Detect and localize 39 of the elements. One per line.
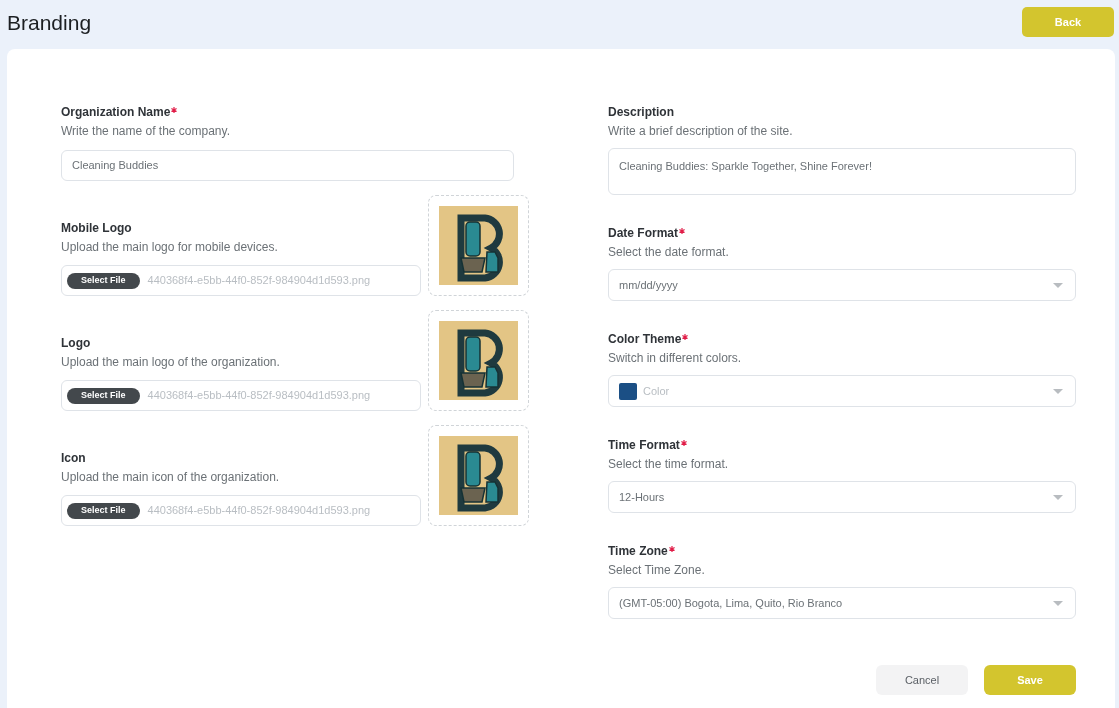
field-label: Description xyxy=(608,104,674,120)
field-label: Icon xyxy=(61,450,86,466)
select-field[interactable]: mm/dd/yyyy xyxy=(608,269,1076,301)
file-name: 440368f4-e5bb-44f0-852f-984904d1d593.png xyxy=(147,388,371,404)
field-hint: Upload the main icon of the organization. xyxy=(61,469,281,485)
field-hint: Switch in different colors. xyxy=(608,350,743,366)
select-file-button[interactable]: Select File xyxy=(67,272,140,289)
file-name: 440368f4-e5bb-44f0-852f-984904d1d593.png xyxy=(147,503,371,519)
caret-icon xyxy=(1053,282,1063,288)
field-hint: Select the date format. xyxy=(608,244,730,260)
select-file-button[interactable]: Select File xyxy=(67,502,140,519)
organization-name-field[interactable]: Cleaning Buddies xyxy=(61,150,514,181)
field-label: Time Zone xyxy=(608,543,668,559)
field-hint: Select the time format. xyxy=(608,456,730,472)
select-field[interactable]: 12-Hours xyxy=(608,481,1076,513)
caret-icon xyxy=(1053,494,1063,500)
file-upload-field[interactable]: Select File 440368f4-e5bb-44f0-852f-984904d1d593.png xyxy=(61,495,421,526)
field-label: Time Format xyxy=(608,437,680,453)
field-label: Organization Name xyxy=(61,104,171,120)
file-upload-field[interactable]: Select File 440368f4-e5bb-44f0-852f-984904d1d593.png xyxy=(61,380,421,411)
file-upload-field[interactable]: Select File 440368f4-e5bb-44f0-852f-984904d1d593.png xyxy=(61,265,421,296)
field-hint: Write a brief description of the site. xyxy=(608,123,794,139)
description-field[interactable]: Cleaning Buddies: Sparkle Together, Shine Forever! xyxy=(608,148,1076,195)
field-label: Date Format xyxy=(608,225,678,241)
cancel-button[interactable]: Cancel xyxy=(876,665,968,695)
field-hint: Select Time Zone. xyxy=(608,562,706,578)
file-name: 440368f4-e5bb-44f0-852f-984904d1d593.png xyxy=(147,273,371,289)
color-placeholder: Color xyxy=(643,383,670,399)
select-field[interactable]: (GMT-05:00) Bogota, Lima, Quito, Rio Branco xyxy=(608,587,1076,619)
caret-icon xyxy=(1053,600,1063,606)
select-file-button[interactable]: Select File xyxy=(67,387,140,404)
field-label: Color Theme xyxy=(608,331,682,347)
field-label: Logo xyxy=(61,335,91,351)
caret-icon xyxy=(1053,388,1063,394)
field-hint: Write the name of the company. xyxy=(61,123,231,139)
field-hint: Upload the main logo of the organization. xyxy=(61,354,281,370)
field-label: Mobile Logo xyxy=(61,220,132,236)
page-title: Branding xyxy=(7,11,92,33)
field-hint: Upload the main logo for mobile devices. xyxy=(61,239,279,255)
